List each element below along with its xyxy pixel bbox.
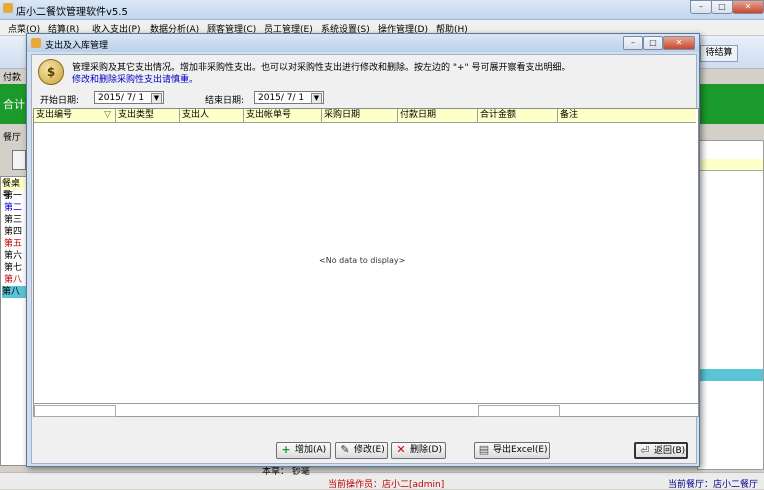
add-button[interactable]: + 增加(A) bbox=[276, 442, 331, 459]
table-item[interactable]: 第六 bbox=[4, 250, 22, 262]
delete-button-label: 删除(D) bbox=[410, 445, 442, 455]
dialog-minimize-button[interactable]: – bbox=[623, 36, 643, 50]
canteen-label: 餐厅 bbox=[3, 133, 22, 143]
end-date-picker[interactable]: 2015/ 7/ 1 ▼ bbox=[254, 91, 324, 104]
canteen-selector[interactable] bbox=[12, 150, 26, 170]
table-item[interactable]: 第二 bbox=[4, 202, 22, 214]
export-button-label: 导出Excel(E) bbox=[493, 445, 548, 455]
current-operator: 当前操作员：店小二[admin] bbox=[328, 480, 445, 490]
dialog-maximize-button[interactable]: □ bbox=[643, 36, 663, 50]
dialog-app-icon bbox=[31, 38, 41, 48]
x-icon: ✕ bbox=[396, 443, 406, 456]
sort-icon: ▽ bbox=[104, 110, 111, 120]
table-item[interactable]: 第八 bbox=[4, 274, 22, 286]
column-expense-id[interactable]: 支出编号 ▽ bbox=[34, 109, 116, 122]
start-date-value: 2015/ 7/ 1 bbox=[98, 93, 145, 103]
column-payer[interactable]: 支出人 bbox=[180, 109, 244, 122]
app-title: 店小二餐饮管理软件v5.5 bbox=[16, 7, 128, 18]
plus-icon: + bbox=[281, 443, 291, 456]
edit-icon: ✎ bbox=[340, 443, 350, 456]
right-panel-selected-row bbox=[698, 369, 763, 381]
footer-cell-total bbox=[478, 405, 560, 417]
table-item[interactable]: 第一 bbox=[4, 190, 22, 202]
chevron-down-icon[interactable]: ▼ bbox=[311, 93, 322, 104]
column-total-amount[interactable]: 合计金额 bbox=[478, 109, 558, 122]
dialog-body: $ 管理采购及其它支出情况。增加非采购性支出。也可以对采购性支出进行修改和删除。… bbox=[31, 54, 699, 464]
dialog-warning: 修改和删除采购性支出请慎重。 bbox=[72, 75, 199, 85]
money-bag-icon: $ bbox=[38, 59, 64, 85]
table-item-selected[interactable]: 第八 bbox=[2, 286, 26, 298]
expense-grid: 支出编号 ▽ 支出类型 支出人 支出帐单号 采购日期 付款日期 合计金额 备注 <… bbox=[33, 108, 699, 405]
table-item[interactable]: 第七 bbox=[4, 262, 22, 274]
maximize-button[interactable]: □ bbox=[711, 0, 733, 14]
column-bill-no[interactable]: 支出帐单号 bbox=[244, 109, 322, 122]
dialog-title-bar: 支出及入库管理 – □ ✕ bbox=[27, 34, 699, 52]
column-expense-type[interactable]: 支出类型 bbox=[116, 109, 180, 122]
return-icon: ⏎ bbox=[640, 444, 650, 457]
table-item[interactable]: 第五 bbox=[4, 238, 22, 250]
table-item[interactable]: 第四 bbox=[4, 226, 22, 238]
footer-cell-count bbox=[34, 405, 116, 417]
right-detail-panel bbox=[697, 140, 764, 470]
total-bar-right bbox=[697, 84, 764, 124]
grid-header: 支出编号 ▽ 支出类型 支出人 支出帐单号 采购日期 付款日期 合计金额 备注 bbox=[34, 109, 696, 123]
modify-button[interactable]: ✎ 修改(E) bbox=[335, 442, 388, 459]
total-label: 合计 bbox=[3, 98, 25, 111]
right-panel-header bbox=[698, 159, 763, 171]
export-excel-button[interactable]: ▤ 导出Excel(E) bbox=[474, 442, 550, 459]
back-button-label: 返回(B) bbox=[654, 446, 686, 456]
dialog-title: 支出及入库管理 bbox=[45, 41, 109, 51]
column-remark[interactable]: 备注 bbox=[558, 109, 696, 122]
column-payment-date[interactable]: 付款日期 bbox=[398, 109, 478, 122]
add-button-label: 增加(A) bbox=[295, 445, 327, 455]
expense-dialog: 支出及入库管理 – □ ✕ $ 管理采购及其它支出情况。增加非采购性支出。也可以… bbox=[26, 33, 700, 467]
no-data-message: <No data to display> bbox=[319, 256, 406, 265]
grid-footer: 0 bbox=[33, 403, 699, 417]
app-icon bbox=[3, 3, 13, 13]
delete-button[interactable]: ✕ 删除(D) bbox=[391, 442, 446, 459]
current-canteen: 当前餐厅：店小二餐厅 bbox=[668, 480, 759, 490]
close-button[interactable]: ✕ bbox=[732, 0, 764, 14]
start-date-label: 开始日期: bbox=[40, 96, 80, 106]
dialog-close-button[interactable]: ✕ bbox=[663, 36, 695, 50]
status-bar: 本草： 钞毫 当前操作员：店小二[admin] 当前餐厅：店小二餐厅 bbox=[0, 467, 764, 490]
pending-checkout-button[interactable]: 待结算 bbox=[700, 45, 738, 62]
end-date-label: 结束日期: bbox=[205, 96, 245, 106]
main-title-bar: 店小二餐饮管理软件v5.5 – □ ✕ bbox=[0, 0, 764, 20]
payment-label: 付款 bbox=[3, 73, 22, 83]
table-list: 餐桌号 第一 第二 第三 第四 第五 第六 第七 第八 第八 bbox=[0, 176, 28, 466]
table-item[interactable]: 第三 bbox=[4, 214, 22, 226]
chevron-down-icon[interactable]: ▼ bbox=[151, 93, 162, 104]
export-icon: ▤ bbox=[478, 443, 490, 456]
modify-button-label: 修改(E) bbox=[354, 445, 385, 455]
minimize-button[interactable]: – bbox=[690, 0, 712, 14]
total-bar: 合计 bbox=[0, 84, 27, 124]
start-date-picker[interactable]: 2015/ 7/ 1 ▼ bbox=[94, 91, 164, 104]
column-purchase-date[interactable]: 采购日期 bbox=[322, 109, 398, 122]
back-button[interactable]: ⏎ 返回(B) bbox=[634, 442, 688, 459]
end-date-value: 2015/ 7/ 1 bbox=[258, 93, 305, 103]
table-list-header: 餐桌号 bbox=[2, 178, 26, 201]
